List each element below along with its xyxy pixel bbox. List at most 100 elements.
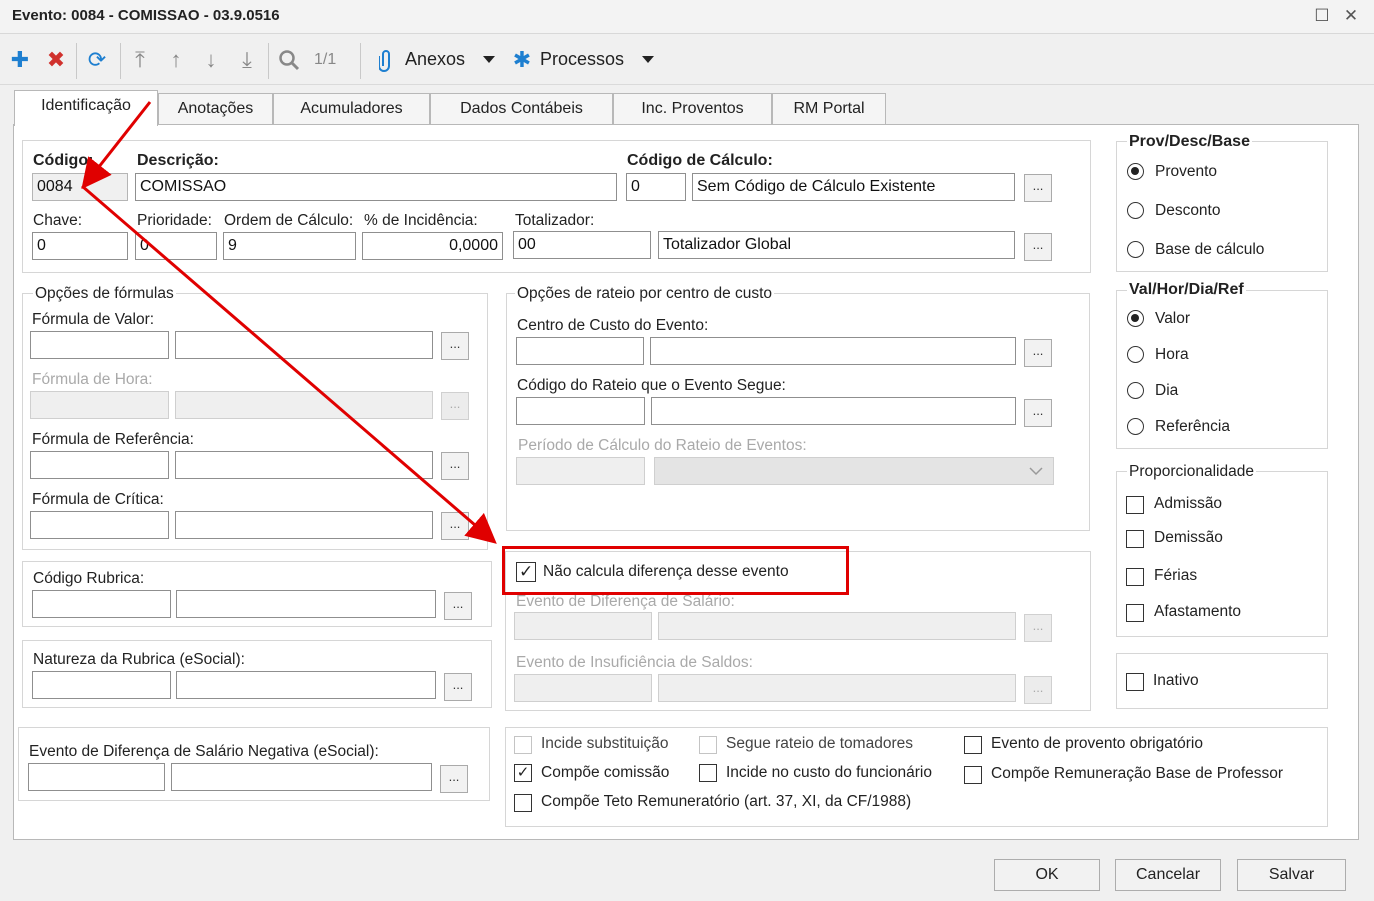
tab-identificacao[interactable]: Identificação xyxy=(14,90,158,126)
codigo-calculo-desc-field[interactable]: Sem Código de Cálculo Existente xyxy=(692,173,1015,201)
formula-hora-lookup-button[interactable]: ... xyxy=(441,392,469,420)
close-icon[interactable]: ✕ xyxy=(1338,4,1364,28)
codigo-calculo-lookup-button[interactable]: ... xyxy=(1024,174,1052,202)
next-record-icon[interactable]: ↓ xyxy=(198,45,224,75)
descricao-field[interactable]: COMISSAO xyxy=(135,173,617,201)
tab-inc-proventos[interactable]: Inc. Proventos xyxy=(613,93,772,125)
previous-record-icon[interactable]: ↑ xyxy=(163,45,189,75)
formula-valor-code-field[interactable] xyxy=(30,331,169,359)
incide-substituicao-checkbox[interactable] xyxy=(514,736,532,754)
codigo-rateio-desc-field[interactable] xyxy=(651,397,1016,425)
diferenca-negativa-desc-field[interactable] xyxy=(171,763,432,791)
codigo-calculo-field[interactable]: 0 xyxy=(626,173,686,201)
compoe-teto-checkbox[interactable] xyxy=(514,794,532,812)
referencia-radio[interactable] xyxy=(1127,418,1144,435)
inativo-checkbox[interactable] xyxy=(1126,673,1144,691)
totalizador-desc-field[interactable]: Totalizador Global xyxy=(658,231,1015,259)
save-button[interactable]: Salvar xyxy=(1237,859,1346,891)
codigo-rubrica-desc-field[interactable] xyxy=(176,590,436,618)
compoe-comissao-checkbox[interactable]: ✓ xyxy=(514,764,532,782)
tab-acumuladores[interactable]: Acumuladores xyxy=(273,93,430,125)
insuficiencia-code-field[interactable] xyxy=(514,674,652,702)
formula-hora-desc-field[interactable] xyxy=(175,391,433,419)
ok-button[interactable]: OK xyxy=(994,859,1100,891)
desconto-radio[interactable] xyxy=(1127,202,1144,219)
processos-menu[interactable]: Processos xyxy=(540,49,624,70)
codigo-rubrica-code-field[interactable] xyxy=(32,590,171,618)
search-icon[interactable] xyxy=(276,45,302,75)
refresh-icon[interactable]: ⟳ xyxy=(84,45,110,75)
base-calculo-label: Base de cálculo xyxy=(1155,241,1265,258)
evento-diferenca-code-field[interactable] xyxy=(514,612,652,640)
evento-diferenca-lookup-button[interactable]: ... xyxy=(1024,614,1052,642)
formula-referencia-lookup-button[interactable]: ... xyxy=(441,452,469,480)
formula-valor-desc-field[interactable] xyxy=(175,331,433,359)
centro-custo-desc-field[interactable] xyxy=(650,337,1016,365)
check-icon: ✓ xyxy=(516,764,530,781)
cancel-button[interactable]: Cancelar xyxy=(1115,859,1221,891)
formula-critica-lookup-button[interactable]: ... xyxy=(441,512,469,540)
insuficiencia-lookup-button[interactable]: ... xyxy=(1024,676,1052,704)
formula-critica-code-field[interactable] xyxy=(30,511,169,539)
codigo-rateio-lookup-button[interactable]: ... xyxy=(1024,399,1052,427)
segue-rateio-checkbox[interactable] xyxy=(699,736,717,754)
evento-diferenca-desc-field[interactable] xyxy=(658,612,1016,640)
dia-radio[interactable] xyxy=(1127,382,1144,399)
last-record-icon[interactable]: ⤓ xyxy=(234,45,260,75)
ordem-calculo-field[interactable]: 9 xyxy=(223,232,356,260)
processos-chevron-down-icon[interactable] xyxy=(642,56,654,63)
formula-critica-desc-field[interactable] xyxy=(175,511,433,539)
incide-substituicao-label: Incide substituição xyxy=(541,735,669,752)
maximize-icon[interactable]: ☐ xyxy=(1309,4,1335,28)
admissao-checkbox[interactable] xyxy=(1126,496,1144,514)
hora-radio[interactable] xyxy=(1127,346,1144,363)
provento-obrigatorio-checkbox[interactable] xyxy=(964,736,982,754)
periodo-rateio-code-field[interactable] xyxy=(516,457,645,485)
centro-custo-code-field[interactable] xyxy=(516,337,644,365)
formula-referencia-code-field[interactable] xyxy=(30,451,169,479)
valor-radio[interactable] xyxy=(1127,310,1144,327)
add-icon[interactable]: ✚ xyxy=(8,45,32,75)
first-record-icon[interactable]: ⤒ xyxy=(127,45,153,75)
anexos-chevron-down-icon[interactable] xyxy=(483,56,495,63)
provento-radio[interactable] xyxy=(1127,163,1144,180)
anexos-menu[interactable]: Anexos xyxy=(405,49,465,70)
incidencia-field[interactable]: 0,0000 xyxy=(362,232,503,260)
codigo-rateio-code-field[interactable] xyxy=(516,397,645,425)
centro-custo-lookup-button[interactable]: ... xyxy=(1024,339,1052,367)
formula-hora-code-field[interactable] xyxy=(30,391,169,419)
totalizador-lookup-button[interactable]: ... xyxy=(1024,233,1052,261)
natureza-rubrica-desc-field[interactable] xyxy=(176,671,436,699)
afastamento-checkbox[interactable] xyxy=(1126,604,1144,622)
diferenca-negativa-code-field[interactable] xyxy=(28,763,165,791)
tab-anotacoes[interactable]: Anotações xyxy=(158,93,273,125)
natureza-rubrica-lookup-button[interactable]: ... xyxy=(444,673,472,701)
totalizador-field[interactable]: 00 xyxy=(513,231,651,259)
incide-custo-checkbox[interactable] xyxy=(699,764,717,782)
formula-valor-lookup-button[interactable]: ... xyxy=(441,332,469,360)
diferenca-negativa-lookup-button[interactable]: ... xyxy=(440,765,468,793)
base-calculo-radio[interactable] xyxy=(1127,241,1144,258)
provento-obrigatorio-label: Evento de provento obrigatório xyxy=(991,735,1203,752)
toolbar-separator xyxy=(268,43,269,79)
admissao-label: Admissão xyxy=(1154,495,1223,512)
natureza-rubrica-code-field[interactable] xyxy=(32,671,171,699)
codigo-field[interactable]: 0084 xyxy=(32,173,128,201)
gear-icon[interactable]: ✱ xyxy=(510,45,534,75)
paperclip-icon[interactable] xyxy=(376,45,396,75)
demissao-checkbox[interactable] xyxy=(1126,530,1144,548)
formula-referencia-desc-field[interactable] xyxy=(175,451,433,479)
insuficiencia-desc-field[interactable] xyxy=(658,674,1016,702)
chave-field[interactable]: 0 xyxy=(32,232,128,260)
totalizador-label: Totalizador: xyxy=(515,212,595,229)
compoe-remuneracao-checkbox[interactable] xyxy=(964,766,982,784)
prioridade-field[interactable]: 0 xyxy=(135,232,217,260)
tab-rm-portal[interactable]: RM Portal xyxy=(772,93,886,125)
tab-dados-contabeis[interactable]: Dados Contábeis xyxy=(430,93,613,125)
periodo-rateio-select[interactable] xyxy=(654,457,1054,485)
delete-icon[interactable]: ✖ xyxy=(44,45,68,75)
page-indicator: 1/1 xyxy=(314,51,337,68)
afastamento-label: Afastamento xyxy=(1154,603,1242,620)
codigo-rubrica-lookup-button[interactable]: ... xyxy=(444,592,472,620)
ferias-checkbox[interactable] xyxy=(1126,568,1144,586)
